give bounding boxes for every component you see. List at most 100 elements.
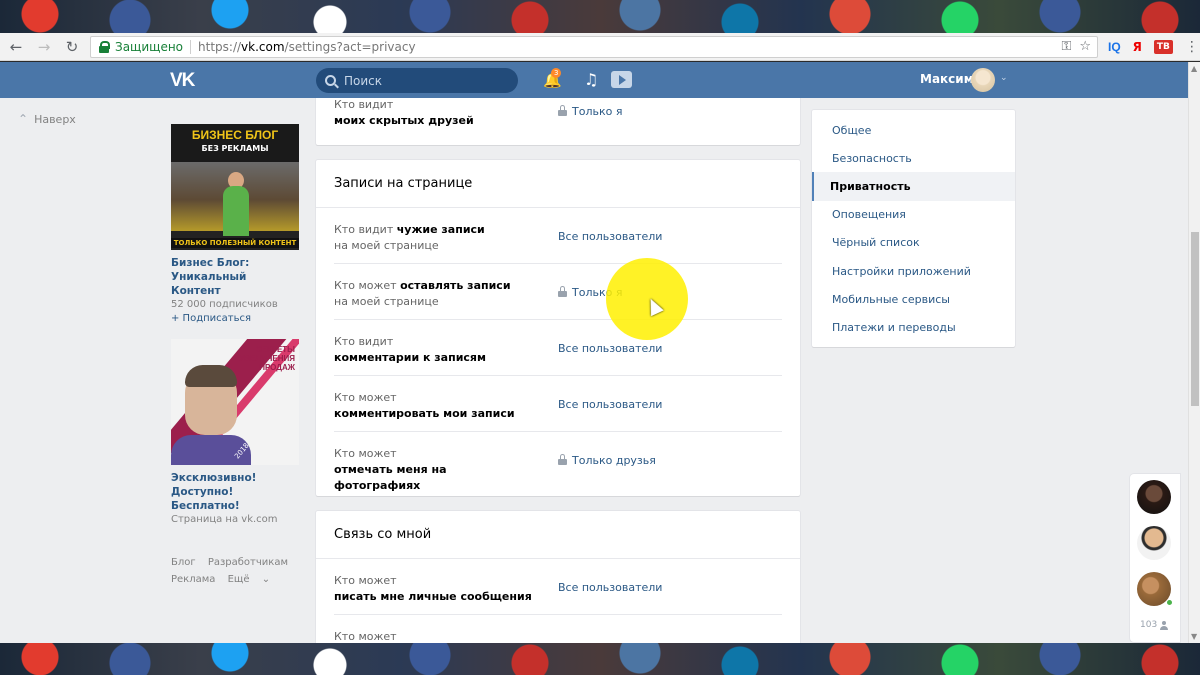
privacy-row[interactable]: Кто видит чужие записи на моей странице …	[334, 208, 782, 264]
yandex-extension-icon[interactable]: Я	[1133, 40, 1142, 54]
browser-toolbar: ← → ↻ Защищено https://vk.com/settings?a…	[0, 33, 1200, 61]
ad-person-body	[223, 186, 249, 236]
privacy-question: Кто может писать мне личные сообщения	[334, 574, 532, 603]
privacy-value-dropdown[interactable]: Все пользователи	[558, 398, 662, 411]
privacy-row[interactable]: Кто может отмечать меня на фотографиях Т…	[334, 432, 782, 492]
privacy-row[interactable]: Кто может писать мне личные сообщения Вс…	[334, 559, 782, 615]
padlock-icon	[558, 105, 567, 116]
footer-link-ads[interactable]: Реклама	[171, 574, 215, 585]
privacy-row[interactable]: Кто видит комментарии к записям Все поль…	[334, 320, 782, 376]
privacy-value-dropdown[interactable]: Только друзья	[558, 454, 656, 467]
iq-extension-icon[interactable]: IQ	[1108, 40, 1121, 54]
person-icon	[1160, 620, 1169, 630]
privacy-value-dropdown[interactable]: Все пользователи	[558, 581, 662, 594]
privacy-card-friends: Кто видит моих скрытых друзей Только я	[316, 98, 800, 145]
vk-top-bar: VK 🔔 3 ♫ Максим ⌄	[0, 62, 1188, 98]
settings-nav-security[interactable]: Безопасность	[812, 144, 1015, 172]
forward-arrow-icon[interactable]: →	[32, 35, 56, 59]
settings-nav-payments[interactable]: Платежи и переводы	[812, 313, 1015, 341]
privacy-question: Кто может отмечать меня на фотографиях	[334, 447, 447, 492]
privacy-row[interactable]: Кто может	[334, 615, 782, 643]
privacy-value-dropdown[interactable]: Все пользователи	[558, 230, 662, 243]
settings-nav-notifications[interactable]: Оповещения	[812, 201, 1015, 229]
chevron-down-icon: ⌄	[261, 574, 271, 585]
ad-image-title: СЕКРЕТЫ УВЕЛИЧЕНИЯ ПРОДАЖ	[239, 345, 295, 372]
ad-title[interactable]: Бизнес Блог: Уникальный Контент	[171, 256, 299, 298]
chevron-down-icon[interactable]: ⌄	[1000, 73, 1008, 83]
page-body: ⌃ Наверх БИЗНЕС БЛОГ БЕЗ РЕКЛАМЫ ТОЛЬКО …	[0, 98, 1188, 643]
privacy-question: Кто видит моих скрытых друзей	[334, 98, 474, 127]
privacy-question: Кто может оставлять записи на моей стран…	[334, 279, 511, 308]
scroll-thumb[interactable]	[1191, 232, 1199, 406]
footer-link-more[interactable]: Ещё ⌄	[228, 574, 279, 585]
friends-online-panel: 103	[1130, 474, 1180, 642]
url-text: https://vk.com/settings?act=privacy	[198, 39, 416, 54]
tv-extension-icon[interactable]: ТВ	[1153, 39, 1173, 54]
privacy-row[interactable]: Кто видит моих скрытых друзей Только я	[334, 98, 622, 129]
settings-nav-app-settings[interactable]: Настройки приложений	[812, 257, 1015, 285]
section-title: Связь со мной	[316, 511, 800, 559]
settings-nav-privacy[interactable]: Приватность	[812, 172, 1015, 201]
footer-link-developers[interactable]: Разработчикам	[208, 557, 288, 568]
scroll-up-arrow-icon[interactable]: ▲	[1191, 64, 1197, 73]
address-separator	[190, 39, 192, 54]
ad-meta: Страница на vk.com	[171, 514, 278, 525]
privacy-question: Кто может комментировать мои записи	[334, 391, 515, 420]
privacy-card-posts: Записи на странице Кто видит чужие запис…	[316, 160, 800, 496]
privacy-value-dropdown[interactable]: Все пользователи	[558, 342, 662, 355]
secure-label: Защищено	[115, 39, 184, 54]
user-avatar[interactable]	[971, 68, 995, 92]
back-to-top-label: Наверх	[34, 112, 76, 126]
video-play-icon[interactable]	[611, 71, 632, 88]
vk-logo[interactable]: VK	[170, 70, 195, 92]
privacy-value-dropdown[interactable]: Только я	[558, 105, 622, 118]
search-icon	[325, 75, 336, 86]
padlock-icon	[558, 454, 567, 465]
ad-block[interactable]: СЕКРЕТЫ УВЕЛИЧЕНИЯ ПРОДАЖ 2018 Эксклюзив…	[171, 339, 299, 527]
subscribe-link[interactable]: + Подписаться	[171, 312, 299, 326]
background-collage-bottom	[0, 643, 1200, 675]
settings-nav-general[interactable]: Общее	[812, 116, 1015, 144]
search-input[interactable]	[344, 73, 504, 88]
chevron-up-icon: ⌃	[18, 112, 29, 126]
online-status-dot	[1166, 599, 1173, 606]
privacy-question: Кто видит комментарии к записям	[334, 335, 486, 364]
ad-image-subtitle: БЕЗ РЕКЛАМЫ	[201, 144, 269, 153]
friends-count[interactable]: 103	[1140, 620, 1169, 630]
privacy-question: Кто видит чужие записи на моей странице	[334, 223, 485, 252]
search-box[interactable]	[316, 68, 518, 93]
padlock-icon	[558, 286, 567, 297]
back-to-top-link[interactable]: ⌃ Наверх	[18, 112, 76, 126]
page-scrollbar[interactable]: ▲ ▼	[1188, 62, 1200, 643]
browser-menu-icon[interactable]: ⋮	[1185, 40, 1199, 54]
secure-lock-icon	[97, 40, 111, 54]
scroll-down-arrow-icon[interactable]: ▼	[1191, 632, 1197, 641]
reload-icon[interactable]: ↻	[60, 35, 84, 59]
user-name[interactable]: Максим	[920, 72, 974, 86]
ad-image[interactable]: БИЗНЕС БЛОГ БЕЗ РЕКЛАМЫ ТОЛЬКО ПОЛЕЗНЫЙ …	[171, 124, 299, 250]
ad-block[interactable]: БИЗНЕС БЛОГ БЕЗ РЕКЛАМЫ ТОЛЬКО ПОЛЕЗНЫЙ …	[171, 124, 299, 326]
settings-nav-blacklist[interactable]: Чёрный список	[812, 229, 1015, 257]
settings-nav-mobile-services[interactable]: Мобильные сервисы	[812, 285, 1015, 313]
privacy-card-contact: Связь со мной Кто может писать мне личны…	[316, 511, 800, 643]
footer-links: Блог Разработчикам Реклама Ещё ⌄	[171, 554, 299, 588]
ad-image[interactable]: СЕКРЕТЫ УВЕЛИЧЕНИЯ ПРОДАЖ 2018	[171, 339, 299, 465]
music-icon[interactable]: ♫	[584, 70, 598, 89]
privacy-question: Кто может	[334, 630, 397, 643]
privacy-row[interactable]: Кто может комментировать мои записи Все …	[334, 376, 782, 432]
address-bar[interactable]: Защищено https://vk.com/settings?act=pri…	[90, 35, 1098, 58]
ad-image-bar: ТОЛЬКО ПОЛЕЗНЫЙ КОНТЕНТ	[171, 238, 299, 248]
ad-title[interactable]: Эксклюзивно! Доступно! Бесплатно!	[171, 471, 299, 513]
ad-image-title: БИЗНЕС БЛОГ	[191, 128, 279, 142]
back-arrow-icon[interactable]: ←	[4, 35, 28, 59]
background-collage-top	[0, 0, 1200, 33]
privacy-row[interactable]: Кто может оставлять записи на моей стран…	[334, 264, 782, 320]
friend-avatar[interactable]	[1137, 526, 1171, 560]
ad-person-hair	[185, 365, 237, 387]
section-title: Записи на странице	[316, 160, 800, 208]
footer-link-blog[interactable]: Блог	[171, 557, 196, 568]
key-icon[interactable]: ⚿	[1061, 39, 1071, 54]
friend-avatar[interactable]	[1137, 480, 1171, 514]
bookmark-star-icon[interactable]: ☆	[1079, 39, 1091, 54]
ad-meta: 52 000 подписчиков	[171, 299, 278, 310]
